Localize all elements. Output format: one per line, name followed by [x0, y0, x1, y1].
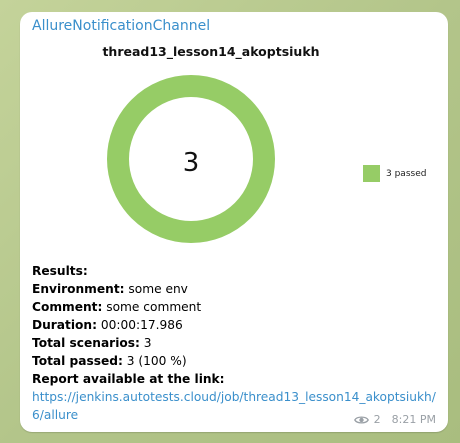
donut-center-label: 3	[183, 148, 200, 178]
duration-label: Duration:	[32, 318, 97, 332]
results-text: Results: Environment: some env Comment: …	[32, 262, 442, 424]
views-count: 2	[373, 413, 381, 426]
channel-name[interactable]: AllureNotificationChannel	[32, 18, 210, 34]
donut-chart: 3	[107, 75, 275, 243]
eye-icon	[353, 416, 369, 423]
legend-swatch-passed	[363, 165, 380, 182]
environment-value: some env	[124, 282, 188, 296]
legend-label-passed: 3 passed	[386, 168, 427, 179]
message-time: 8:21 PM	[391, 413, 436, 426]
duration-value: 00:00:17.986	[96, 318, 183, 332]
chart-title: thread13_lesson14_akoptsiukh	[102, 44, 320, 59]
total-scenarios-value: 3	[139, 336, 152, 350]
comment-label: Comment:	[32, 300, 103, 314]
environment-label: Environment:	[32, 282, 125, 296]
chart-legend: 3 passed	[363, 165, 426, 182]
total-passed-label: Total passed:	[32, 354, 123, 368]
message-meta: 2 8:21 PM	[353, 413, 436, 426]
chart-image[interactable]: thread13_lesson14_akoptsiukh 3 3 passed	[20, 40, 448, 260]
results-heading: Results:	[32, 264, 88, 278]
report-label: Report available at the link:	[32, 372, 225, 386]
comment-value: some comment	[102, 300, 202, 314]
total-scenarios-label: Total scenarios:	[32, 336, 140, 350]
message-bubble: AllureNotificationChannel thread13_lesso…	[20, 12, 448, 432]
total-passed-value: 3 (100 %)	[122, 354, 187, 368]
